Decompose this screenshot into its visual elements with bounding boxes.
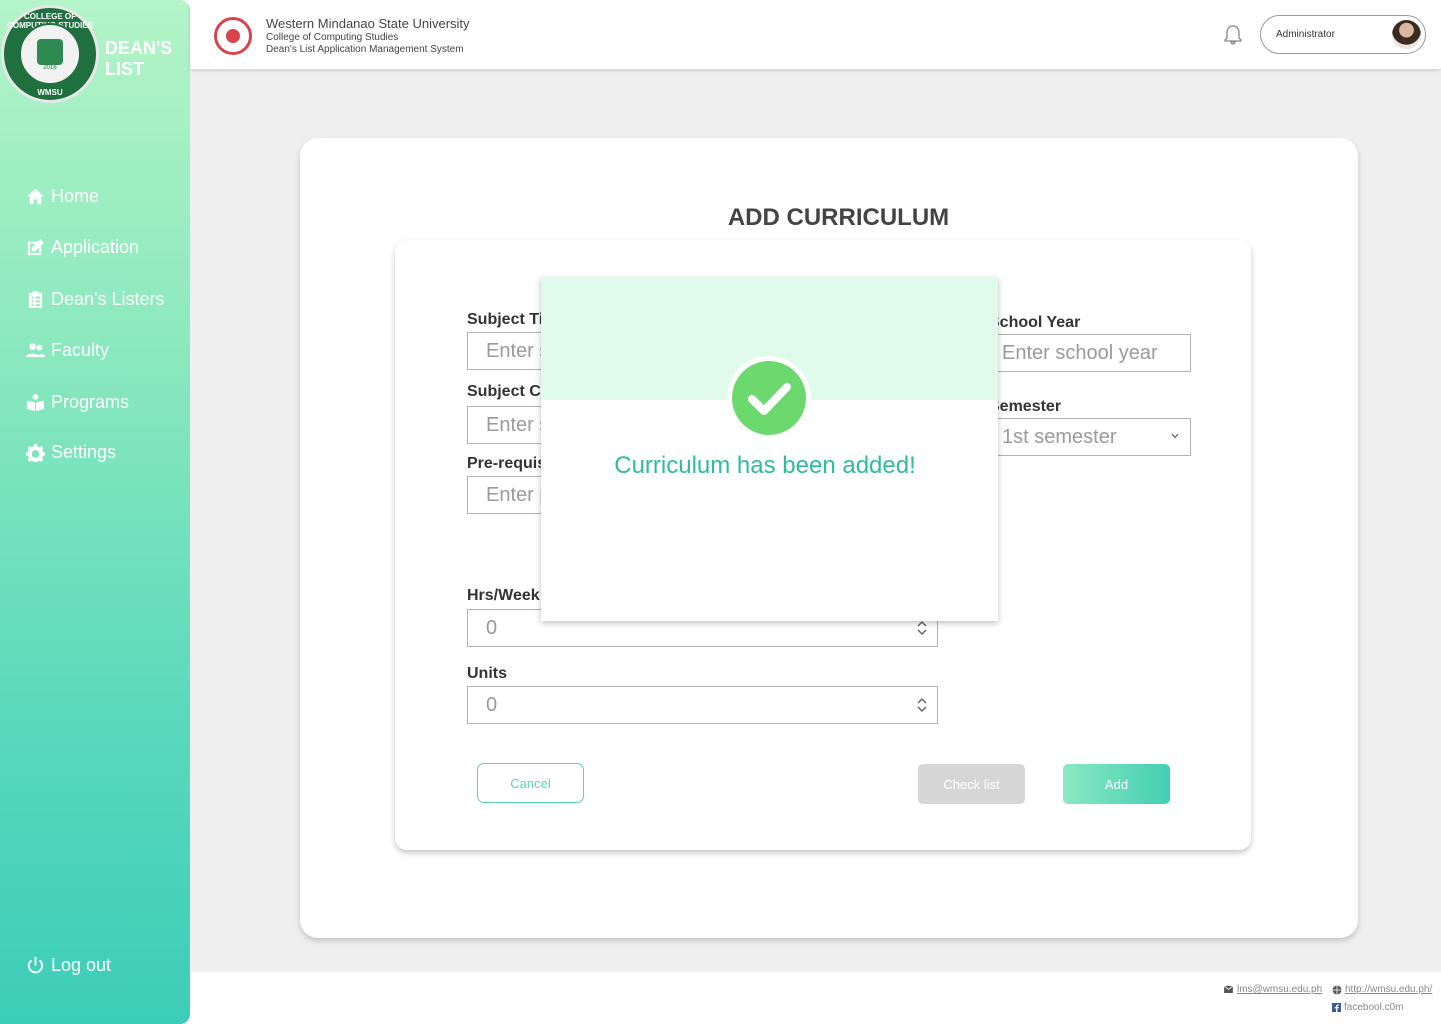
system-name: Dean's List Application Management Syste… — [266, 44, 464, 55]
modal-message: Curriculum has been added! — [614, 452, 916, 479]
sidebar-item-settings[interactable]: Settings — [26, 442, 116, 463]
stepper-arrows-icon[interactable] — [917, 697, 927, 713]
sidebar-item-label: Programs — [51, 392, 130, 412]
sidebar-item-application[interactable]: Application — [26, 237, 139, 258]
users-icon — [26, 341, 45, 360]
sidebar-item-label: Dean's Listers — [51, 289, 165, 309]
check-list-button[interactable]: Check list — [918, 764, 1025, 804]
add-button[interactable]: Add — [1063, 764, 1170, 804]
sidebar-item-deans-listers[interactable]: Dean's Listers — [26, 289, 164, 310]
hrs-week-label: Hrs/Week — [467, 587, 540, 604]
success-modal: Curriculum has been added! — [541, 277, 998, 621]
sidebar-item-label: Faculty — [51, 340, 110, 360]
globe-icon — [1332, 985, 1342, 994]
app-brand: DEAN'S LIST — [105, 38, 173, 79]
facebook-icon — [1332, 1003, 1341, 1012]
logout-label: Log out — [51, 955, 112, 975]
units-stepper[interactable]: 0 — [467, 686, 938, 724]
sidebar-item-label: Settings — [51, 442, 117, 462]
units-label: Units — [467, 665, 507, 682]
cancel-button[interactable]: Cancel — [477, 763, 584, 803]
seal-year: 2016 — [43, 65, 57, 71]
logout-button[interactable]: Log out — [26, 955, 111, 976]
chevron-down-icon — [1171, 433, 1179, 439]
user-role: Administrator — [1276, 29, 1335, 40]
university-logo — [214, 17, 252, 55]
check-circle-icon — [727, 356, 811, 440]
notification-bell-icon[interactable] — [1222, 24, 1244, 46]
edit-icon — [26, 238, 45, 257]
semester-select[interactable]: 1st semester — [985, 418, 1191, 456]
stepper-arrows-icon[interactable] — [917, 620, 927, 636]
sidebar-item-label: Application — [51, 237, 140, 257]
seal-abbr: WMSU — [37, 88, 63, 97]
college-name: College of Computing Studies — [266, 32, 399, 43]
avatar — [1392, 20, 1421, 49]
school-year-input[interactable]: Enter school year — [985, 334, 1191, 372]
circuit-chip-icon — [37, 39, 63, 65]
sidebar: COLLEGE OF COMPUTING STUDIES 2016 WMSU D… — [0, 0, 190, 1024]
semester-label: Semester — [989, 398, 1062, 415]
power-icon — [26, 956, 45, 975]
sidebar-item-programs[interactable]: Programs — [26, 392, 129, 413]
university-name: Western Mindanao State University — [266, 16, 470, 31]
gear-icon — [26, 443, 45, 462]
clipboard-list-icon — [26, 290, 45, 309]
college-seal-logo: COLLEGE OF COMPUTING STUDIES 2016 WMSU — [1, 5, 99, 103]
footer-website-link[interactable]: http://wmsu.edu.ph/ — [1332, 984, 1432, 995]
sidebar-item-faculty[interactable]: Faculty — [26, 340, 109, 361]
reader-icon — [26, 393, 45, 412]
top-header: Western Mindanao State University Colleg… — [190, 0, 1441, 69]
user-menu[interactable]: Administrator — [1260, 15, 1426, 54]
mail-icon — [1224, 986, 1233, 993]
footer-facebook-link[interactable]: facebool.c0m — [1332, 1002, 1403, 1013]
school-year-label: School Year — [989, 314, 1081, 331]
footer-email-link[interactable]: lms@wmsu.edu.ph — [1224, 984, 1322, 995]
page-title: ADD CURRICULUM — [727, 204, 950, 231]
